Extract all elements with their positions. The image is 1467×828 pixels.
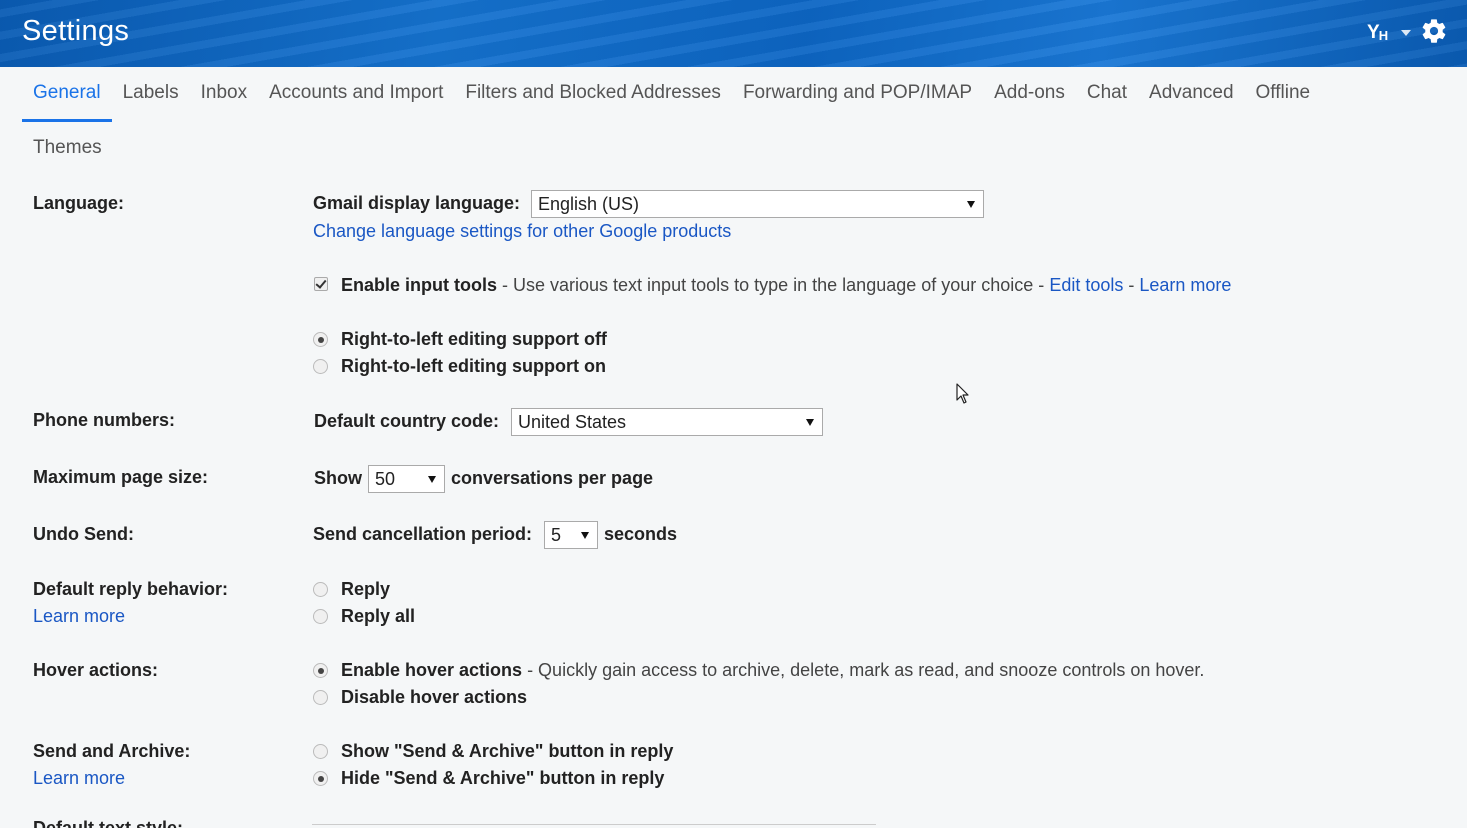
- input-tools-icon: Y: [1367, 22, 1380, 43]
- phone-numbers-label: Phone numbers:: [33, 410, 176, 430]
- page-size-value: 50: [375, 469, 396, 489]
- settings-tabs: General Labels Inbox Accounts and Import…: [22, 72, 1321, 122]
- edit-tools-link[interactable]: Edit tools: [1049, 275, 1123, 295]
- tab-filters[interactable]: Filters and Blocked Addresses: [454, 72, 732, 122]
- input-tools-button[interactable]: YH: [1367, 22, 1388, 44]
- show-send-archive-label: Show "Send & Archive" button in reply: [341, 741, 674, 761]
- tab-general[interactable]: General: [22, 72, 112, 122]
- dropdown-arrow-icon: [967, 201, 975, 208]
- country-code-label: Default country code:: [314, 411, 500, 431]
- cancellation-period-select[interactable]: 5: [544, 521, 598, 549]
- hover-actions-label: Hover actions:: [33, 660, 159, 680]
- country-code-value: United States: [518, 412, 627, 432]
- send-archive-label: Send and Archive:: [33, 741, 191, 761]
- language-label: Language:: [33, 193, 125, 213]
- reply-all-radio[interactable]: [313, 609, 328, 624]
- rtl-on-radio[interactable]: [313, 359, 328, 374]
- tab-advanced[interactable]: Advanced: [1138, 72, 1245, 122]
- reply-label: Reply: [341, 579, 391, 599]
- undo-send-label: Undo Send:: [33, 524, 134, 544]
- reply-all-label: Reply all: [341, 606, 416, 626]
- cancellation-period-suffix: seconds: [604, 524, 678, 544]
- enable-input-tools-checkbox[interactable]: [314, 277, 328, 291]
- rtl-off-label: Right-to-left editing support off: [341, 329, 607, 349]
- enable-hover-label: Enable hover actions: [341, 660, 523, 680]
- page-size-suffix: conversations per page: [451, 468, 654, 488]
- input-tools-learn-more-link[interactable]: Learn more: [1139, 275, 1231, 295]
- default-text-style-text: Default text style:: [33, 820, 183, 828]
- enable-hover-desc: - Quickly gain access to archive, delete…: [522, 660, 1205, 680]
- cancellation-period-value: 5: [551, 525, 562, 545]
- tab-chat[interactable]: Chat: [1076, 72, 1138, 122]
- rtl-off-radio[interactable]: [313, 332, 328, 347]
- dropdown-arrow-icon: [581, 532, 589, 539]
- rtl-on-label: Right-to-left editing support on: [341, 356, 606, 376]
- separator-dash: -: [1123, 275, 1140, 295]
- default-text-style-label: Default text style:: [33, 820, 183, 828]
- display-language-value: English (US): [538, 194, 640, 214]
- enable-hover-row: Enable hover actions - Quickly gain acce…: [341, 660, 1204, 681]
- page-size-show: Show: [314, 468, 362, 488]
- dropdown-arrow-icon: [428, 476, 436, 483]
- display-language-label: Gmail display language:: [313, 193, 521, 213]
- chevron-down-icon[interactable]: [1401, 30, 1411, 36]
- send-archive-learn-more-link[interactable]: Learn more: [33, 768, 125, 789]
- input-tools-label: Enable input tools: [341, 275, 497, 295]
- mouse-cursor-icon: [956, 383, 969, 404]
- reply-behavior-label: Default reply behavior:: [33, 579, 229, 599]
- tab-offline[interactable]: Offline: [1245, 72, 1322, 122]
- tab-accounts-and-import[interactable]: Accounts and Import: [258, 72, 454, 122]
- gear-icon[interactable]: [1420, 17, 1448, 45]
- checkmark-icon: [315, 277, 327, 289]
- country-code-select[interactable]: United States: [511, 408, 823, 436]
- page-size-select[interactable]: 50: [368, 465, 445, 493]
- reply-radio[interactable]: [313, 582, 328, 597]
- display-language-select[interactable]: English (US): [531, 190, 984, 218]
- input-tools-icon-sub: H: [1378, 28, 1388, 43]
- show-send-archive-radio[interactable]: [313, 744, 328, 759]
- tab-inbox[interactable]: Inbox: [190, 72, 258, 122]
- hide-send-archive-label: Hide "Send & Archive" button in reply: [341, 768, 665, 788]
- input-tools-row: Enable input tools - Use various text in…: [341, 275, 1231, 296]
- tab-forwarding[interactable]: Forwarding and POP/IMAP: [732, 72, 983, 122]
- enable-hover-radio[interactable]: [313, 663, 328, 678]
- change-language-link[interactable]: Change language settings for other Googl…: [313, 221, 731, 242]
- page-size-label: Maximum page size:: [33, 467, 209, 487]
- disable-hover-radio[interactable]: [313, 690, 328, 705]
- disable-hover-label: Disable hover actions: [341, 687, 528, 707]
- text-style-toolbar-edge: [312, 824, 876, 825]
- tab-add-ons[interactable]: Add-ons: [983, 72, 1076, 122]
- header-bar: Settings YH: [0, 0, 1467, 67]
- input-tools-desc: - Use various text input tools to type i…: [497, 275, 1050, 295]
- cancellation-period-label: Send cancellation period:: [313, 524, 533, 544]
- hide-send-archive-radio[interactable]: [313, 771, 328, 786]
- tab-labels[interactable]: Labels: [112, 72, 190, 122]
- dropdown-arrow-icon: [806, 419, 814, 426]
- reply-learn-more-link[interactable]: Learn more: [33, 606, 125, 627]
- tab-themes[interactable]: Themes: [22, 127, 113, 159]
- page-title: Settings: [22, 15, 130, 47]
